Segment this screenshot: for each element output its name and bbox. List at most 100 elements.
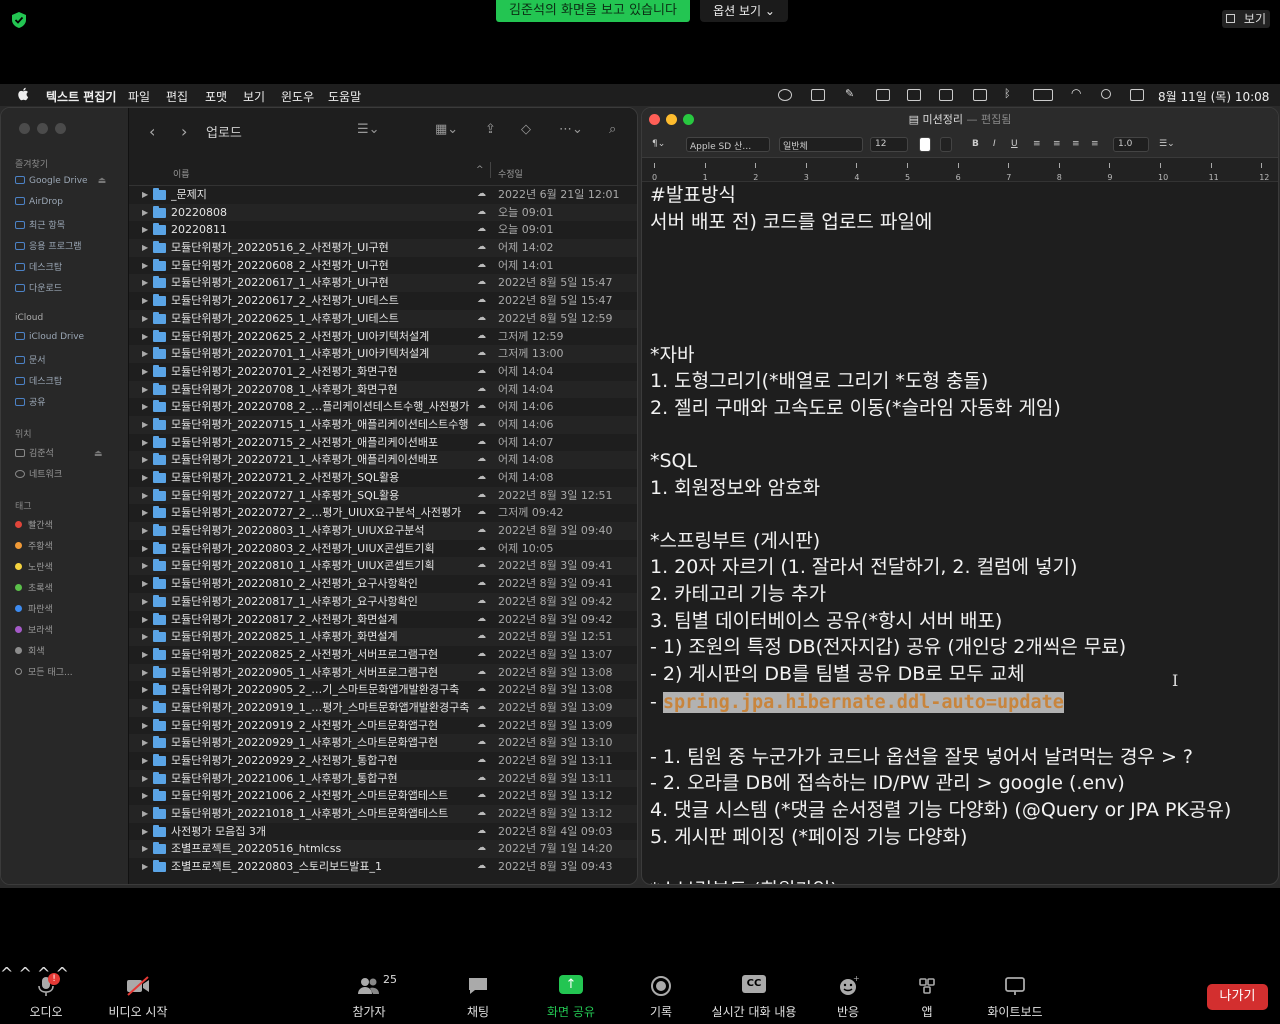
disclosure-triangle-icon[interactable]: ▶ [142, 557, 148, 575]
list-style-icon[interactable]: ☰⌄ [1159, 139, 1175, 149]
disclosure-triangle-icon[interactable]: ▶ [142, 522, 148, 540]
table-row[interactable]: ▶ 조별프로젝트_20220516_htmlcss ☁ 2022년 7월 1일 14:… [129, 840, 637, 859]
table-row[interactable]: ▶ _문제지 ☁ 2022년 6월 21일 12:01 [129, 186, 637, 204]
disclosure-triangle-icon[interactable]: ▶ [142, 274, 148, 292]
table-row[interactable]: ▶ 모듈단위평가_20220701_2_사전평가_화면구현 ☁ 어제 14:04 [129, 363, 637, 381]
text-color-swatch[interactable] [919, 137, 931, 152]
participants-button[interactable]: 25 참가자 [345, 973, 397, 1020]
close-icon[interactable] [649, 114, 660, 125]
screen-icon[interactable] [907, 89, 921, 101]
table-row[interactable]: ▶ 모듈단위평가_20220608_2_사전평가_UI구현 ☁ 어제 14:01 [129, 257, 637, 275]
disclosure-triangle-icon[interactable]: ▶ [142, 186, 148, 204]
minimize-icon[interactable] [37, 123, 48, 134]
table-row[interactable]: ▶ 모듈단위평가_20220708_2_…플리케이션테스트수행_사전평가 ☁ 어제 1… [129, 398, 637, 416]
battery-icon[interactable] [1033, 89, 1053, 101]
group-icon[interactable]: ▦⌄ [435, 122, 458, 137]
table-row[interactable]: ▶ 모듈단위평가_20220727_1_사후평가_SQL활용 ☁ 2022년 8월 3… [129, 486, 637, 505]
control-center-icon[interactable] [1130, 89, 1144, 101]
disclosure-triangle-icon[interactable]: ▶ [142, 469, 148, 487]
align-center-icon[interactable]: ≡ [1053, 139, 1061, 149]
search-icon[interactable]: ⌕ [609, 122, 616, 137]
sidebar-item-recents[interactable]: 최근 항목 [15, 218, 65, 231]
table-row[interactable]: ▶ 모듈단위평가_20220810_1_사후평가_UIUX콘셉트기획 ☁ 2022년 … [129, 557, 637, 576]
table-row[interactable]: ▶ 모듈단위평가_20221006_2_사전평가_스마트문화앱테스트 ☁ 2022년 … [129, 787, 637, 805]
table-row[interactable]: ▶ 모듈단위평가_20220625_1_사후평가_UI테스트 ☁ 2022년 8월 5… [129, 309, 637, 328]
disclosure-triangle-icon[interactable]: ▶ [142, 734, 148, 752]
zoom-status-icon[interactable] [778, 89, 792, 101]
sidebar-item-shared[interactable]: 공유 [15, 395, 46, 408]
sidebar-tag-yellow[interactable]: 노란색 [15, 560, 53, 573]
sidebar-tag-gray[interactable]: 회색 [15, 644, 45, 657]
disclosure-triangle-icon[interactable]: ▶ [142, 416, 148, 434]
sidebar-tag-purple[interactable]: 보라색 [15, 623, 53, 636]
menu-file[interactable]: 파일 [128, 88, 150, 105]
disclosure-triangle-icon[interactable]: ▶ [142, 699, 148, 717]
menu-help[interactable]: 도움말 [328, 88, 361, 105]
table-row[interactable]: ▶ 모듈단위평가_20220708_1_사후평가_화면구현 ☁ 어제 14:04 [129, 380, 637, 399]
sidebar-item-documents[interactable]: 문서 [15, 353, 46, 366]
disclosure-triangle-icon[interactable]: ▶ [142, 717, 148, 735]
disclosure-triangle-icon[interactable]: ▶ [142, 204, 148, 222]
disclosure-triangle-icon[interactable]: ▶ [142, 363, 148, 381]
disclosure-triangle-icon[interactable]: ▶ [142, 840, 148, 858]
list-view-icon[interactable]: ☰⌄ [357, 122, 380, 137]
table-row[interactable]: ▶ 모듈단위평가_20220727_2_…평가_UIUX요구분석_사전평가 ☁ 그저께… [129, 504, 637, 522]
video-button[interactable]: 비디오 시작 [104, 975, 172, 1020]
disclosure-triangle-icon[interactable]: ▶ [142, 239, 148, 257]
more-actions-icon[interactable]: ⋯⌄ [559, 122, 583, 137]
bold-button[interactable]: B [972, 139, 979, 149]
sidebar-tag-green[interactable]: 초록색 [15, 581, 53, 594]
align-right-icon[interactable]: ≡ [1072, 139, 1080, 149]
disclosure-triangle-icon[interactable]: ▶ [142, 628, 148, 646]
align-justify-icon[interactable]: ≡ [1091, 139, 1099, 149]
sort-ascending-icon[interactable]: ^ [476, 165, 484, 175]
align-left-icon[interactable]: ≡ [1033, 139, 1041, 149]
view-options-button[interactable]: 옵션 보기 ⌄ [700, 0, 788, 22]
disclosure-triangle-icon[interactable]: ▶ [142, 345, 148, 363]
reactions-button[interactable]: + 반응 [830, 974, 866, 1020]
table-row[interactable]: ▶ 모듈단위평가_20220617_2_사전평가_UI테스트 ☁ 2022년 8월 5… [129, 292, 637, 310]
table-row[interactable]: ▶ 모듈단위평가_20220825_1_사후평가_화면설계 ☁ 2022년 8월 3일… [129, 628, 637, 646]
disclosure-triangle-icon[interactable]: ▶ [142, 593, 148, 611]
disclosure-triangle-icon[interactable]: ▶ [142, 681, 148, 699]
table-row[interactable]: ▶ 모듈단위평가_20220817_2_사전평가_화면설계 ☁ 2022년 8월 3일… [129, 611, 637, 629]
disclosure-triangle-icon[interactable]: ▶ [142, 611, 148, 629]
disclosure-triangle-icon[interactable]: ▶ [142, 664, 148, 682]
menu-view[interactable]: 보기 [243, 88, 265, 105]
disclosure-triangle-icon[interactable]: ▶ [142, 221, 148, 239]
audio-button[interactable]: ! 오디오 [22, 973, 70, 1020]
table-row[interactable]: ▶ 20220811 ☁ 오늘 09:01 [129, 221, 637, 239]
sidebar-tag-all[interactable]: 모든 태그... [15, 665, 73, 678]
disclosure-triangle-icon[interactable]: ▶ [142, 310, 148, 328]
leave-meeting-button[interactable]: 나가기 [1207, 984, 1268, 1010]
wifi-icon[interactable]: ◠ [1071, 86, 1085, 100]
sidebar-item-applications[interactable]: 응용 프로그램 [15, 239, 82, 252]
table-row[interactable]: ▶ 모듈단위평가_20220721_2_사전평가_SQL활용 ☁ 어제 14:08 [129, 469, 637, 487]
column-date-header[interactable]: 수정일 [498, 167, 523, 180]
table-row[interactable]: ▶ 모듈단위평가_20220803_1_사후평가_UIUX요구분석 ☁ 2022년 8… [129, 522, 637, 540]
sidebar-tag-orange[interactable]: 주황색 [15, 539, 53, 552]
audio-options-caret-icon[interactable]: ^ [0, 964, 13, 983]
table-row[interactable]: ▶ 모듈단위평가_20221006_1_사후평가_통합구현 ☁ 2022년 8월 3일… [129, 769, 637, 788]
eject-icon[interactable]: ⏏ [98, 176, 107, 186]
disclosure-triangle-icon[interactable]: ▶ [142, 752, 148, 770]
drive-icon[interactable] [876, 89, 890, 101]
captions-button[interactable]: CC 실시간 대화 내용 [706, 975, 802, 1020]
apple-icon[interactable] [17, 87, 29, 101]
ruler[interactable]: 0 1 2 3 4 5 6 7 8 9 10 11 12 [642, 158, 1278, 182]
table-row[interactable]: ▶ 모듈단위평가_20220905_1_사후평가_서버프로그램구현 ☁ 2022년 8… [129, 663, 637, 682]
table-row[interactable]: ▶ 모듈단위평가_20220929_1_사후평가_스마트문화앱구현 ☁ 2022년 8… [129, 734, 637, 752]
table-row[interactable]: ▶ 모듈단위평가_20220617_1_사후평가_UI구현 ☁ 2022년 8월 5일… [129, 274, 637, 293]
table-row[interactable]: ▶ 모듈단위평가_20220929_2_사전평가_통합구현 ☁ 2022년 8월 3일… [129, 752, 637, 770]
sidebar-item-desktop[interactable]: 데스크탑 [15, 260, 62, 273]
sidebar-item-google-drive[interactable]: Google Drive ⏏ [15, 176, 106, 186]
document-body[interactable]: #발표방식 서버 배포 전) 코드를 업로드 파일에 *자바 1. 도형그리기(*배열… [650, 182, 1272, 884]
table-row[interactable]: ▶ 모듈단위평가_20220516_2_사전평가_UI구현 ☁ 어제 14:02 [129, 239, 637, 257]
zoom-window-icon[interactable] [683, 114, 694, 125]
italic-button[interactable]: I [993, 139, 996, 149]
highlight-color-swatch[interactable] [940, 137, 952, 152]
table-row[interactable]: ▶ 모듈단위평가_20220817_1_사후평가_요구사항확인 ☁ 2022년 8월 … [129, 592, 637, 611]
pen-icon[interactable]: ✎ [845, 87, 859, 100]
menu-format[interactable]: 포맷 [205, 88, 227, 105]
disclosure-triangle-icon[interactable]: ▶ [142, 787, 148, 805]
